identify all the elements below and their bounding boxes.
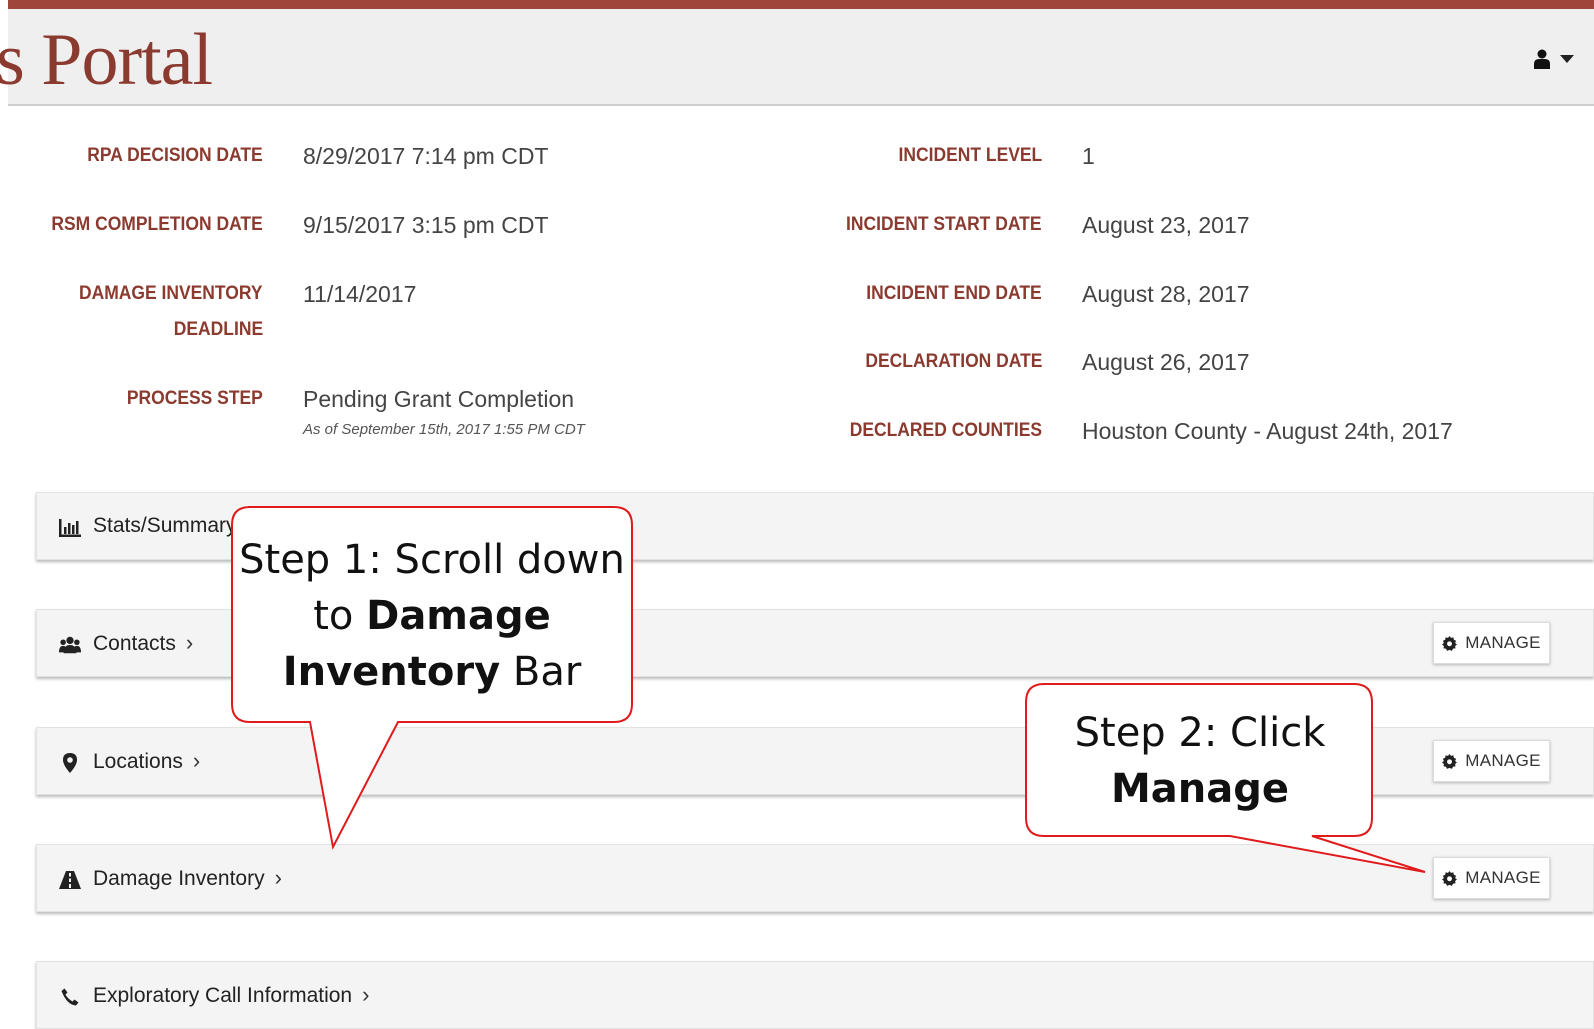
declaration-date-value: August 26, 2017 xyxy=(1082,349,1250,375)
road-icon xyxy=(59,869,81,891)
manage-label: MANAGE xyxy=(1465,868,1541,887)
damage-inventory-deadline-label-line2: DEADLINE xyxy=(173,319,263,340)
section-label: Damage Inventory › xyxy=(93,865,282,892)
chevron-right-icon: › xyxy=(362,982,370,1007)
section-label: Contacts › xyxy=(93,630,193,657)
gear-icon xyxy=(1442,635,1458,651)
damage-inventory-deadline-label-line1: DAMAGE INVENTORY xyxy=(79,283,263,304)
rpa-decision-date-value: 8/29/2017 7:14 pm CDT xyxy=(303,143,549,169)
incident-start-date-label: INCIDENT START DATE xyxy=(846,214,1042,235)
callout-step2-text: Step 2: Click Manage xyxy=(1030,705,1370,817)
section-bar-damage-inventory[interactable]: Damage Inventory › MANAGE xyxy=(36,844,1594,912)
header-accent-line xyxy=(8,0,1594,9)
phone-icon xyxy=(59,986,81,1008)
callout-step1-suffix: Bar xyxy=(500,649,582,695)
exploratory-call-label: Exploratory Call Information xyxy=(93,984,353,1007)
user-menu-toggle[interactable] xyxy=(1534,49,1574,69)
declared-counties-label: DECLARED COUNTIES xyxy=(849,420,1042,441)
section-label: Stats/Summary xyxy=(93,513,237,539)
stats-summary-label: Stats/Summary xyxy=(93,514,237,537)
rpa-decision-date-label: RPA DECISION DATE xyxy=(87,145,263,166)
chevron-right-icon: › xyxy=(185,630,194,655)
incident-end-date-value: August 28, 2017 xyxy=(1082,281,1250,307)
process-step-timestamp: As of September 15th, 2017 1:55 PM CDT xyxy=(303,421,585,438)
incident-end-date-label: INCIDENT END DATE xyxy=(866,283,1042,304)
rsm-completion-date-value: 9/15/2017 3:15 pm CDT xyxy=(303,212,549,238)
damage-inventory-manage-button[interactable]: MANAGE xyxy=(1433,857,1550,899)
incident-level-value: 1 xyxy=(1082,143,1095,169)
chevron-right-icon: › xyxy=(192,748,201,773)
rsm-completion-date-label: RSM COMPLETION DATE xyxy=(51,214,263,235)
declared-counties-value: Houston County - August 24th, 2017 xyxy=(1082,418,1453,444)
locations-manage-button[interactable]: MANAGE xyxy=(1433,740,1550,782)
portal-logo[interactable]: s Portal xyxy=(0,23,213,97)
damage-inventory-label: Damage Inventory xyxy=(93,867,265,890)
gear-icon xyxy=(1442,753,1458,769)
incident-level-label: INCIDENT LEVEL xyxy=(898,145,1042,166)
manage-label: MANAGE xyxy=(1465,751,1541,770)
incident-start-date-value: August 23, 2017 xyxy=(1082,212,1250,238)
contacts-manage-button[interactable]: MANAGE xyxy=(1433,622,1550,664)
damage-inventory-deadline-value: 11/14/2017 xyxy=(303,281,417,307)
contacts-label: Contacts xyxy=(93,632,176,655)
callout-step1-text: Step 1: Scroll down to Damage Inventory … xyxy=(236,532,628,700)
map-marker-icon xyxy=(59,752,81,774)
section-label: Locations › xyxy=(93,748,200,775)
callout-step2-prefix: Step 2: Click xyxy=(1074,710,1326,756)
locations-label: Locations xyxy=(93,750,183,773)
manage-label: MANAGE xyxy=(1465,633,1541,652)
declaration-date-label: DECLARATION DATE xyxy=(864,351,1042,372)
app-header: s Portal xyxy=(0,9,1594,106)
user-icon xyxy=(1534,49,1550,69)
chevron-right-icon: › xyxy=(274,865,282,890)
process-step-value: Pending Grant Completion xyxy=(303,386,575,412)
caret-down-icon xyxy=(1560,55,1574,63)
process-step-label: PROCESS STEP xyxy=(126,388,263,409)
callout-step2-bold: Manage xyxy=(1110,766,1290,812)
section-bar-exploratory-call[interactable]: Exploratory Call Information › xyxy=(36,961,1594,1029)
section-label: Exploratory Call Information › xyxy=(93,982,369,1009)
gear-icon xyxy=(1442,870,1458,886)
bar-chart-icon xyxy=(59,517,81,539)
users-icon xyxy=(59,634,81,656)
